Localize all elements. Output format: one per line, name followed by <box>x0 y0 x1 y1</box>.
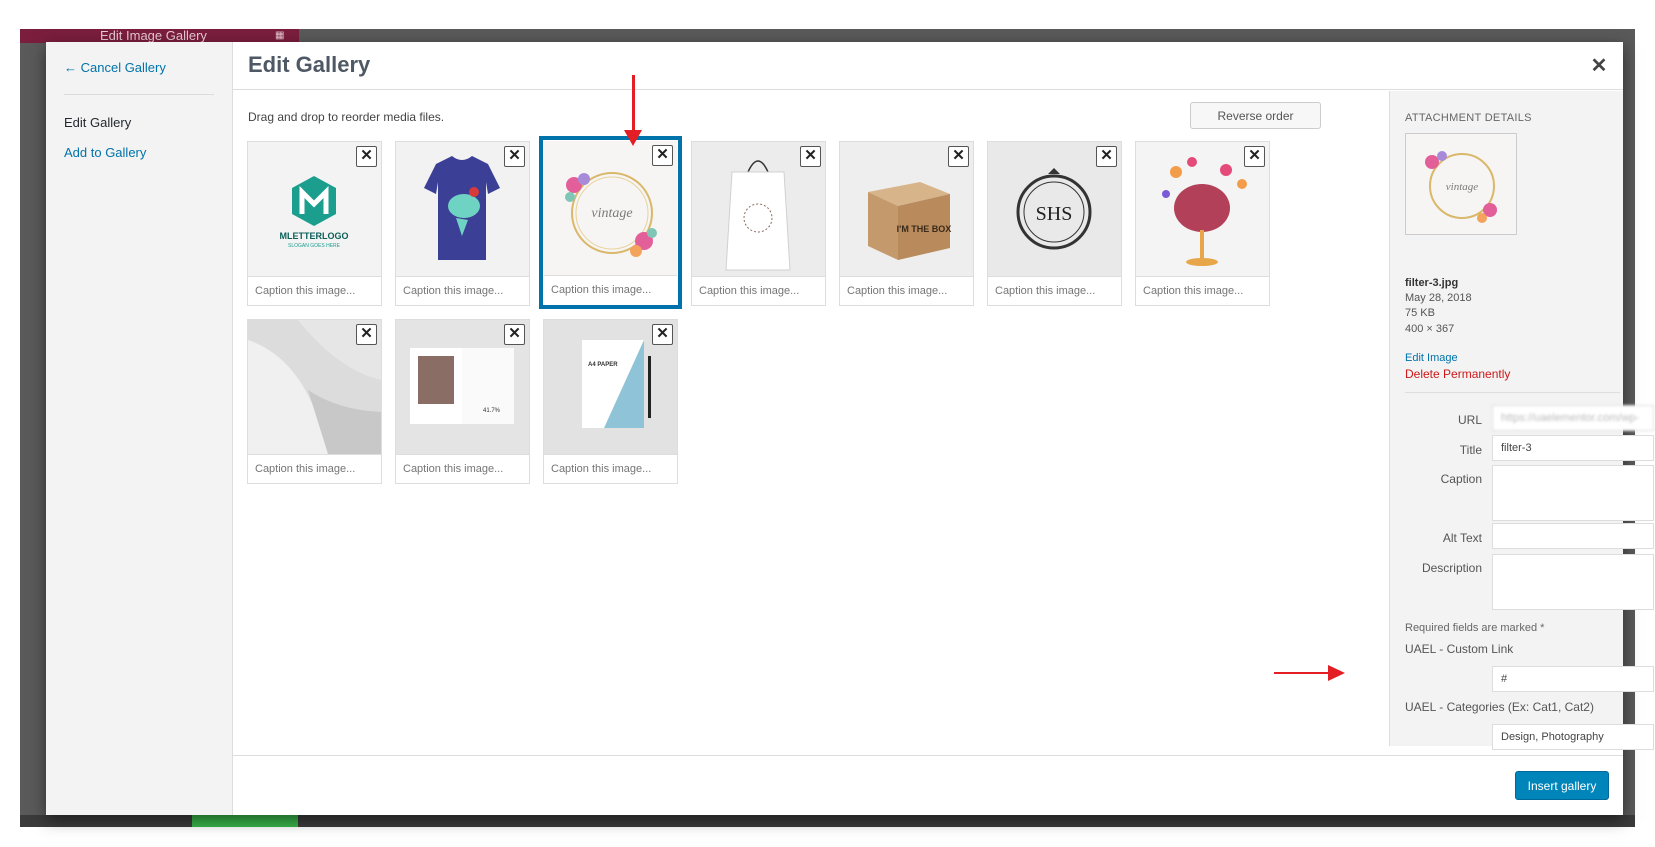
caption-input[interactable] <box>692 276 825 305</box>
gallery-item-cardboard-box[interactable]: I'M THE BOX ✕ <box>839 141 974 306</box>
attachment-date: May 28, 2018 <box>1405 292 1472 304</box>
title-label: Title <box>1459 443 1482 457</box>
required-fields-note: Required fields are marked * <box>1405 622 1545 634</box>
description-field[interactable] <box>1492 554 1654 610</box>
update-button-hint <box>192 815 298 827</box>
logo-text: SHS <box>1036 203 1073 225</box>
alt-text-label: Alt Text <box>1442 531 1482 545</box>
insert-gallery-button[interactable]: Insert gallery <box>1515 771 1609 800</box>
menu-item-edit-gallery[interactable]: Edit Gallery <box>64 115 131 130</box>
thumbnail-logo-text: vintage <box>1446 181 1478 193</box>
remove-item-icon[interactable]: ✕ <box>1244 146 1265 167</box>
attachment-dimensions: 400 × 367 <box>1405 323 1455 335</box>
caption-input[interactable] <box>544 454 677 483</box>
caption-input[interactable] <box>248 276 381 305</box>
attachment-filename: filter-3.jpg <box>1405 277 1459 289</box>
media-menu: ← Cancel Gallery Edit Gallery Add to Gal… <box>46 42 233 815</box>
grid-icon: ▦ <box>275 30 285 41</box>
caption-input[interactable] <box>840 276 973 305</box>
editor-title: Edit Image Gallery <box>100 29 207 43</box>
details-divider <box>1405 392 1620 393</box>
editor-bottom-strip <box>20 815 1635 827</box>
caption-input[interactable] <box>988 276 1121 305</box>
remove-item-icon[interactable]: ✕ <box>948 146 969 167</box>
caption-input[interactable] <box>396 454 529 483</box>
instructions-text: Drag and drop to reorder media files. <box>248 110 445 124</box>
attachment-details-sidebar: ATTACHMENT DETAILS vintage filter-3.jpg … <box>1389 91 1654 750</box>
remove-item-icon[interactable]: ✕ <box>356 146 377 167</box>
caption-input[interactable] <box>1136 276 1269 305</box>
attachment-details-heading: ATTACHMENT DETAILS <box>1405 112 1532 124</box>
gallery-item-vintage-floral[interactable]: vintage ✕ <box>539 136 682 309</box>
editor-top-bar: Edit Image Gallery ▦ <box>20 29 299 43</box>
modal-footer: Insert gallery <box>233 755 1623 815</box>
modal-title-bar: Edit Gallery <box>233 42 1623 90</box>
cancel-gallery-link[interactable]: ← Cancel Gallery <box>64 60 166 75</box>
reverse-order-button[interactable]: Reverse order <box>1190 102 1321 129</box>
logo-text: 41.7% <box>483 408 501 414</box>
caption-label: Caption <box>1440 472 1482 486</box>
gallery-item-architecture[interactable]: ✕ <box>247 319 382 484</box>
url-field[interactable] <box>1492 405 1654 431</box>
custom-link-label: UAEL - Custom Link <box>1405 642 1514 656</box>
logo-text: I'M THE BOX <box>897 224 952 234</box>
url-label: URL <box>1457 413 1482 427</box>
title-field[interactable] <box>1492 435 1654 461</box>
categories-field[interactable] <box>1492 724 1654 750</box>
remove-item-icon[interactable]: ✕ <box>504 146 525 167</box>
logo-text: vintage <box>591 206 632 221</box>
gallery-item-shopping-bag[interactable]: ✕ <box>691 141 826 306</box>
gallery-item-mletter-logo[interactable]: MLETTERLOGO SLOGAN GOES HERE ✕ <box>247 141 382 306</box>
custom-link-field[interactable] <box>1492 666 1654 692</box>
gallery-item-tshirt[interactable]: ✕ <box>395 141 530 306</box>
gallery-content: Drag and drop to reorder media files. Re… <box>233 91 1389 746</box>
remove-item-icon[interactable]: ✕ <box>652 145 673 166</box>
gallery-item-butterfly-glass[interactable]: ✕ <box>1135 141 1270 306</box>
description-label: Description <box>1421 561 1482 575</box>
caption-field[interactable] <box>1492 465 1654 521</box>
annotation-arrow-down-head <box>624 130 642 146</box>
attachment-thumbnail: vintage <box>1405 133 1517 235</box>
categories-label: UAEL - Categories (Ex: Cat1, Cat2) <box>1405 700 1594 714</box>
logo-text: A4 PAPER <box>588 362 618 368</box>
media-modal: ← Cancel Gallery Edit Gallery Add to Gal… <box>46 42 1654 815</box>
page-title: Edit Gallery <box>248 52 371 77</box>
annotation-arrow-down <box>632 75 635 133</box>
caption-input[interactable] <box>544 275 677 304</box>
annotation-arrow-right-head <box>1328 665 1345 681</box>
alt-text-field[interactable] <box>1492 523 1654 549</box>
gallery-item-a4-paper[interactable]: A4 PAPER ✕ <box>543 319 678 484</box>
menu-item-add-to-gallery[interactable]: Add to Gallery <box>64 145 146 160</box>
logo-subtext: SLOGAN GOES HERE <box>288 243 341 249</box>
caption-input[interactable] <box>396 276 529 305</box>
annotation-arrow-right <box>1274 672 1330 674</box>
gallery-item-shs-monogram[interactable]: SHS ✕ <box>987 141 1122 306</box>
close-icon[interactable]: ✕ <box>1587 54 1611 78</box>
caption-input[interactable] <box>248 454 381 483</box>
remove-item-icon[interactable]: ✕ <box>1096 146 1117 167</box>
edit-image-link[interactable]: Edit Image <box>1405 352 1458 364</box>
remove-item-icon[interactable]: ✕ <box>504 324 525 345</box>
attachment-size: 75 KB <box>1405 307 1435 319</box>
gallery-item-magazine[interactable]: 41.7% ✕ <box>395 319 530 484</box>
delete-permanently-link[interactable]: Delete Permanently <box>1405 367 1510 381</box>
remove-item-icon[interactable]: ✕ <box>356 324 377 345</box>
menu-separator <box>64 94 214 95</box>
logo-text: MLETTERLOGO <box>280 231 349 241</box>
remove-item-icon[interactable]: ✕ <box>800 146 821 167</box>
remove-item-icon[interactable]: ✕ <box>652 324 673 345</box>
